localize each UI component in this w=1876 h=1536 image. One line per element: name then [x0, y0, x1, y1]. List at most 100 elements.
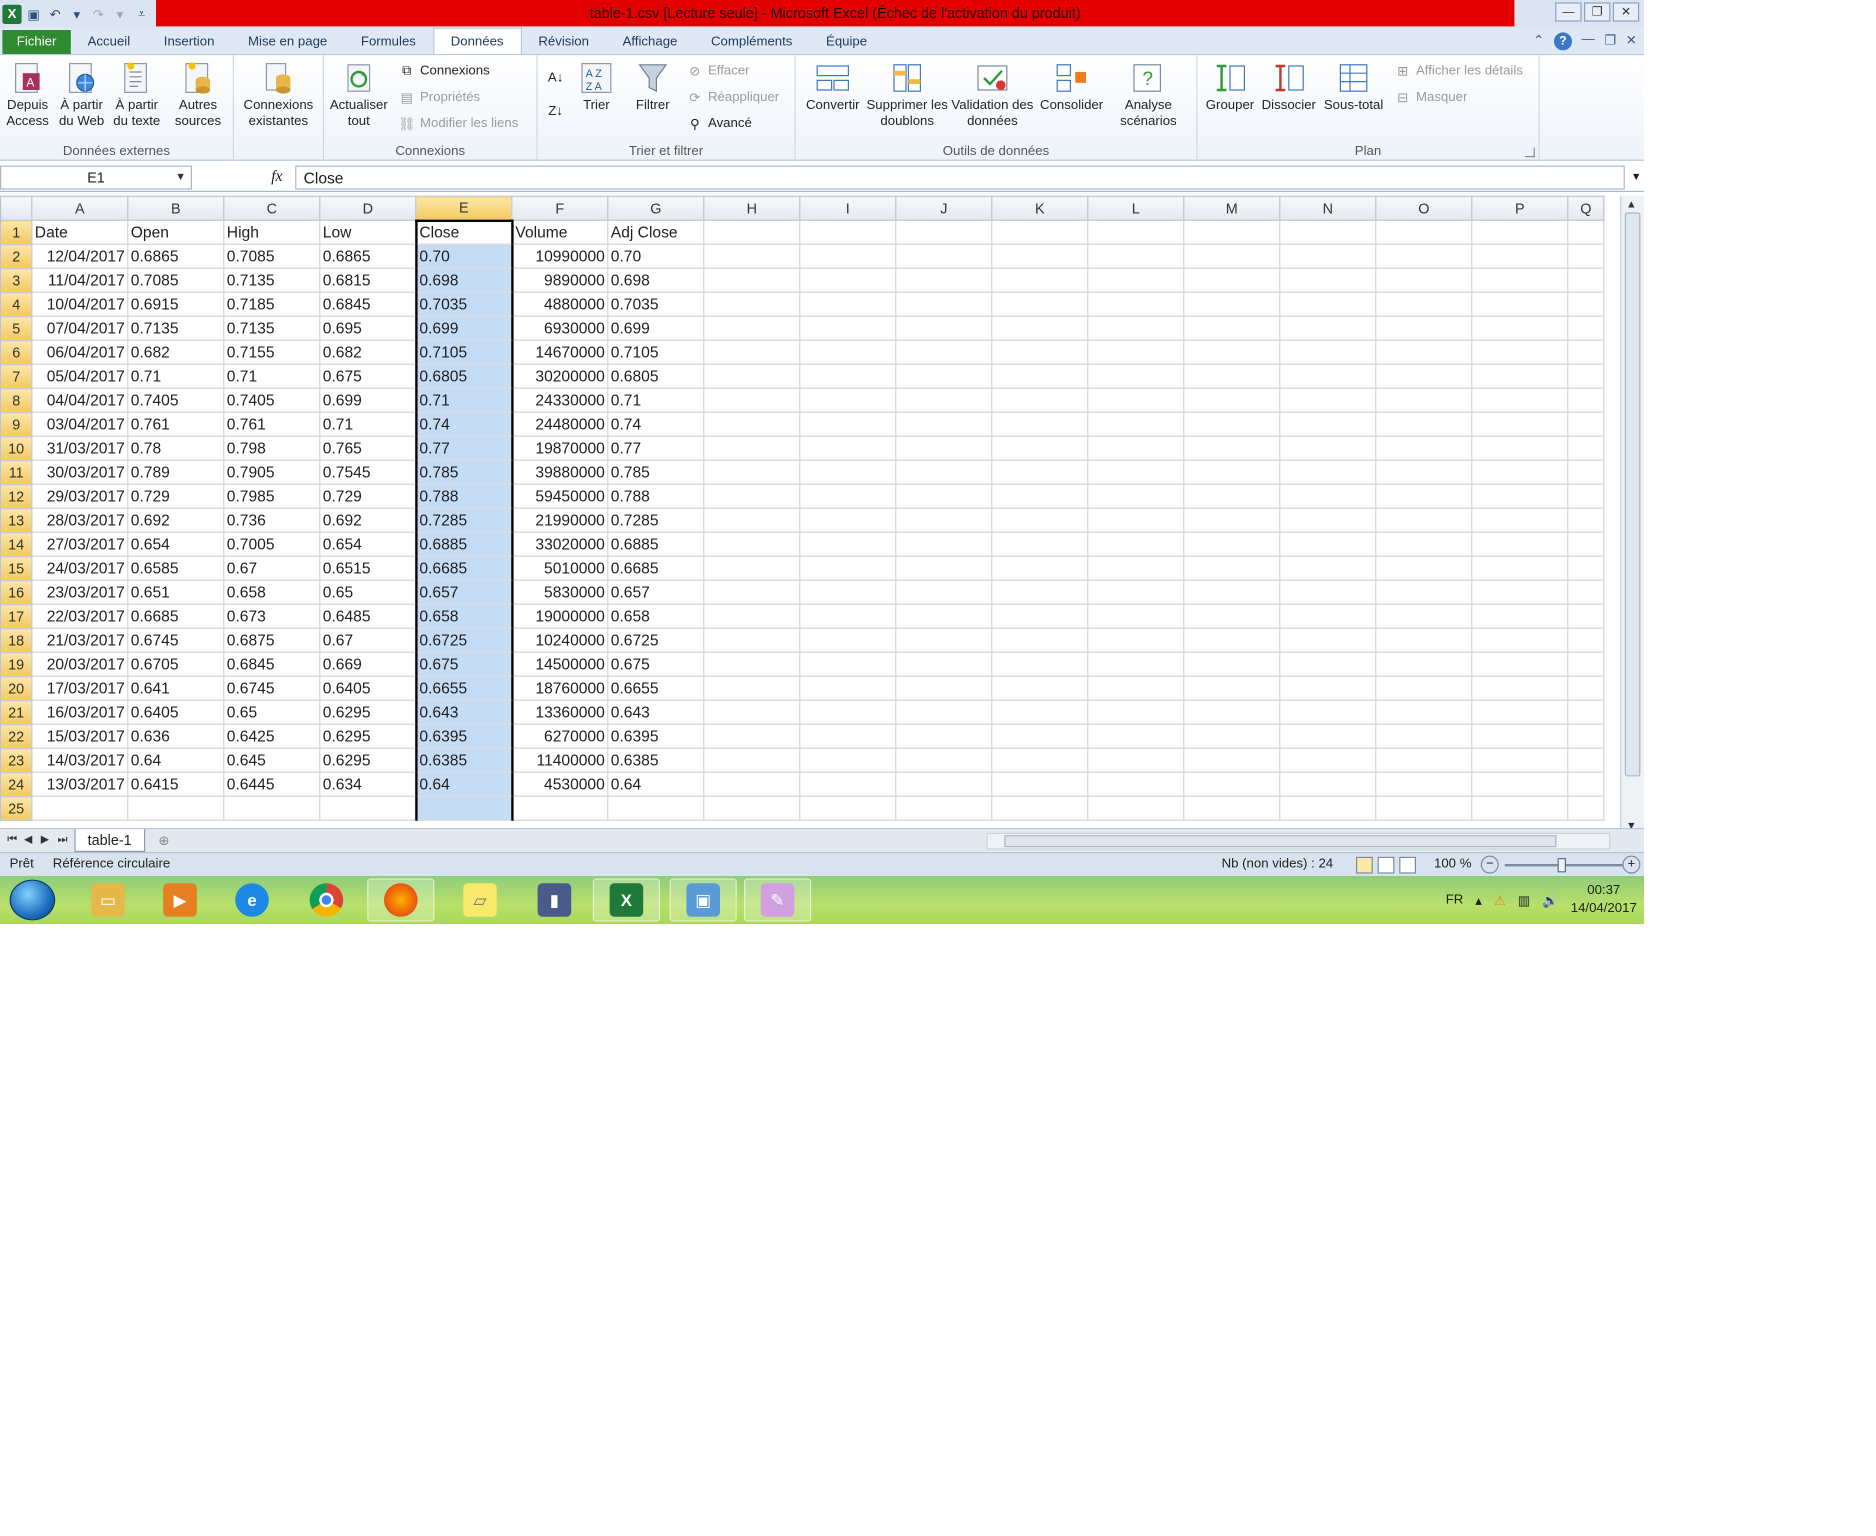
- cell-c13[interactable]: 0.736: [223, 507, 321, 533]
- cell-g14[interactable]: 0.6885: [607, 531, 705, 557]
- cell-c12[interactable]: 0.7985: [223, 483, 321, 509]
- cell-q25[interactable]: [1567, 795, 1605, 821]
- cell-c11[interactable]: 0.7905: [223, 459, 321, 485]
- cell-k24[interactable]: [991, 771, 1089, 797]
- cell-o15[interactable]: [1375, 555, 1473, 581]
- cell-m2[interactable]: [1183, 243, 1281, 269]
- cell-p14[interactable]: [1471, 531, 1569, 557]
- cell-k14[interactable]: [991, 531, 1089, 557]
- cell-m3[interactable]: [1183, 267, 1281, 293]
- cell-e24[interactable]: 0.64: [414, 771, 514, 797]
- horizontal-scrollbar[interactable]: [986, 832, 1611, 850]
- cell-q5[interactable]: [1567, 315, 1605, 341]
- cell-c14[interactable]: 0.7005: [223, 531, 321, 557]
- row-header[interactable]: 1: [0, 219, 33, 245]
- insert-sheet-icon[interactable]: ⊕: [158, 833, 169, 848]
- cell-j20[interactable]: [895, 675, 993, 701]
- cell-n16[interactable]: [1279, 579, 1377, 605]
- cell-p24[interactable]: [1471, 771, 1569, 797]
- cell-p5[interactable]: [1471, 315, 1569, 341]
- tab-donnees[interactable]: Données: [432, 27, 522, 55]
- cell-j9[interactable]: [895, 411, 993, 437]
- cell-f2[interactable]: 10990000: [511, 243, 609, 269]
- cell-l15[interactable]: [1087, 555, 1185, 581]
- cell-d11[interactable]: 0.7545: [319, 459, 417, 485]
- cell-c8[interactable]: 0.7405: [223, 387, 321, 413]
- cell-k4[interactable]: [991, 291, 1089, 317]
- cell-l25[interactable]: [1087, 795, 1185, 821]
- row-header[interactable]: 25: [0, 795, 33, 821]
- cell-m17[interactable]: [1183, 603, 1281, 629]
- cell-j14[interactable]: [895, 531, 993, 557]
- cell-o9[interactable]: [1375, 411, 1473, 437]
- sort-ascending-button[interactable]: A↓: [547, 70, 564, 87]
- cell-l11[interactable]: [1087, 459, 1185, 485]
- cell-i11[interactable]: [799, 459, 897, 485]
- cell-n6[interactable]: [1279, 339, 1377, 365]
- cell-c2[interactable]: 0.7085: [223, 243, 321, 269]
- cell-m23[interactable]: [1183, 747, 1281, 773]
- cell-g7[interactable]: 0.6805: [607, 363, 705, 389]
- cell-f15[interactable]: 5010000: [511, 555, 609, 581]
- cell-f9[interactable]: 24480000: [511, 411, 609, 437]
- cell-q20[interactable]: [1567, 675, 1605, 701]
- name-box[interactable]: E1 ▼: [0, 165, 192, 190]
- refresh-all-button[interactable]: Actualiser tout: [329, 60, 389, 130]
- cell-e6[interactable]: 0.7105: [414, 339, 514, 365]
- tab-formules[interactable]: Formules: [344, 30, 433, 54]
- doc-close-icon[interactable]: ✕: [1626, 32, 1637, 50]
- cell-g9[interactable]: 0.74: [607, 411, 705, 437]
- cell-d9[interactable]: 0.71: [319, 411, 417, 437]
- cell-k7[interactable]: [991, 363, 1089, 389]
- cell-n4[interactable]: [1279, 291, 1377, 317]
- row-header[interactable]: 20: [0, 675, 33, 701]
- tab-fichier[interactable]: Fichier: [2, 30, 71, 55]
- cell-o21[interactable]: [1375, 699, 1473, 725]
- cell-h9[interactable]: [703, 411, 801, 437]
- cell-d24[interactable]: 0.634: [319, 771, 417, 797]
- cell-f5[interactable]: 6930000: [511, 315, 609, 341]
- cell-d21[interactable]: 0.6295: [319, 699, 417, 725]
- cell-k19[interactable]: [991, 651, 1089, 677]
- cell-e18[interactable]: 0.6725: [414, 627, 514, 653]
- doc-minimize-icon[interactable]: —: [1581, 32, 1594, 50]
- select-all-corner[interactable]: [0, 195, 33, 221]
- cell-b3[interactable]: 0.7085: [127, 267, 225, 293]
- cell-c4[interactable]: 0.7185: [223, 291, 321, 317]
- cell-e16[interactable]: 0.657: [414, 579, 514, 605]
- hide-detail-button[interactable]: ⊟ Masquer: [1394, 89, 1467, 106]
- cell-j4[interactable]: [895, 291, 993, 317]
- row-header[interactable]: 4: [0, 291, 33, 317]
- consolidate-button[interactable]: Consolider: [1038, 60, 1105, 114]
- cell-q9[interactable]: [1567, 411, 1605, 437]
- cell-l10[interactable]: [1087, 435, 1185, 461]
- cell-g11[interactable]: 0.785: [607, 459, 705, 485]
- properties-button[interactable]: ▤ Propriétés: [398, 89, 481, 106]
- cell-o17[interactable]: [1375, 603, 1473, 629]
- cell-i7[interactable]: [799, 363, 897, 389]
- cell-m9[interactable]: [1183, 411, 1281, 437]
- cell-f3[interactable]: 9890000: [511, 267, 609, 293]
- cell-j17[interactable]: [895, 603, 993, 629]
- cell-a6[interactable]: 06/04/2017: [31, 339, 129, 365]
- column-header-c[interactable]: C: [223, 195, 321, 221]
- cell-h21[interactable]: [703, 699, 801, 725]
- cell-q3[interactable]: [1567, 267, 1605, 293]
- column-header-f[interactable]: F: [511, 195, 609, 221]
- cell-q19[interactable]: [1567, 651, 1605, 677]
- cell-m5[interactable]: [1183, 315, 1281, 341]
- cell-n22[interactable]: [1279, 723, 1377, 749]
- cell-a25[interactable]: [31, 795, 129, 821]
- cell-j7[interactable]: [895, 363, 993, 389]
- cell-g21[interactable]: 0.643: [607, 699, 705, 725]
- cell-a2[interactable]: 12/04/2017: [31, 243, 129, 269]
- sheet-tab-table-1[interactable]: table-1: [74, 829, 145, 853]
- cell-f19[interactable]: 14500000: [511, 651, 609, 677]
- tab-revision[interactable]: Révision: [522, 30, 606, 54]
- from-text-button[interactable]: À partir du texte: [110, 60, 163, 130]
- cell-n13[interactable]: [1279, 507, 1377, 533]
- cell-j22[interactable]: [895, 723, 993, 749]
- cell-b8[interactable]: 0.7405: [127, 387, 225, 413]
- cell-e15[interactable]: 0.6685: [414, 555, 514, 581]
- cell-k16[interactable]: [991, 579, 1089, 605]
